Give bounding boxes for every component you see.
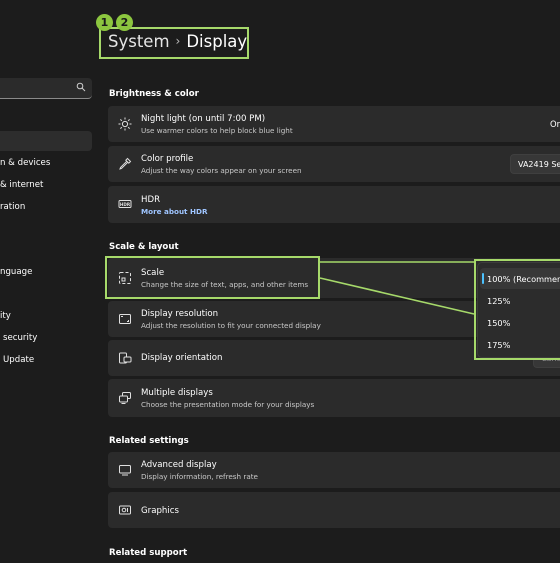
annotation-connector-lines — [319, 261, 475, 315]
settings-window: n & devices & internet ration nguage ity… — [0, 0, 560, 563]
